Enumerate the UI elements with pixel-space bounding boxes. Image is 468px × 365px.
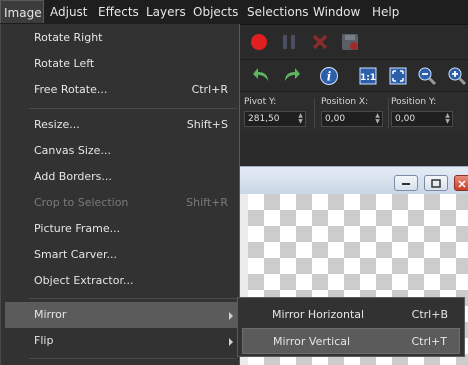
close-icon	[458, 180, 466, 188]
menu-item-label: Picture Frame...	[34, 222, 121, 235]
menu-item-rotate-left[interactable]: Rotate Left	[5, 51, 237, 77]
menu-item-shortcut: Ctrl+R	[191, 83, 228, 96]
menu-adjust-label: Adjust	[50, 5, 88, 19]
menu-window[interactable]: Window	[313, 0, 360, 24]
svg-text:1:1: 1:1	[360, 73, 376, 83]
position-x-label: Position X:	[321, 97, 369, 107]
svg-text:i: i	[327, 70, 332, 84]
separator	[388, 98, 389, 128]
redo-icon[interactable]	[281, 66, 301, 86]
record-icon[interactable]	[249, 32, 269, 52]
menu-image[interactable]: Image	[0, 0, 44, 23]
menu-help[interactable]: Help	[372, 0, 399, 24]
menu-objects[interactable]: Objects	[193, 0, 238, 24]
menu-item-label: Mirror	[34, 308, 67, 321]
maximize-icon	[431, 179, 441, 188]
pivot-y-value: 281,50	[248, 114, 280, 124]
menu-item-shortcut: Ctrl+T	[411, 335, 447, 348]
menu-layers-label: Layers	[146, 5, 186, 19]
menu-item-label: Resize...	[34, 118, 80, 131]
menu-item-label: Rotate Right	[34, 31, 103, 44]
menu-item-mirror-horizontal[interactable]: Mirror Horizontal Ctrl+B	[242, 302, 460, 328]
minimize-icon	[402, 183, 410, 185]
actual-size-icon[interactable]: 1:1	[358, 66, 378, 86]
pivot-y-label: Pivot Y:	[244, 97, 277, 107]
position-x-spinner[interactable]: ▲ ▼	[374, 113, 381, 125]
menu-item-crop-to-selection: Crop to Selection Shift+R	[5, 190, 237, 216]
undo-icon[interactable]	[252, 66, 272, 86]
menu-item-label: Mirror Horizontal	[272, 308, 365, 321]
menu-item-mirror-vertical[interactable]: Mirror Vertical Ctrl+T	[242, 328, 460, 354]
info-icon[interactable]: i	[319, 66, 339, 86]
position-y-field[interactable]: 0,00 ▲ ▼	[391, 111, 453, 127]
menu-image-label: Image	[4, 6, 42, 20]
minimize-button[interactable]	[394, 175, 418, 191]
menu-item-add-borders[interactable]: Add Borders...	[5, 164, 237, 190]
fit-icon[interactable]	[388, 66, 408, 86]
menu-item-object-extractor[interactable]: Object Extractor...	[5, 268, 237, 294]
menu-help-label: Help	[372, 5, 400, 19]
stop-icon[interactable]	[310, 32, 330, 52]
menu-item-shortcut: Shift+R	[186, 196, 228, 209]
position-x-field[interactable]: 0,00 ▲ ▼	[321, 111, 383, 127]
menu-objects-label: Objects	[193, 5, 239, 19]
close-button[interactable]	[454, 175, 468, 191]
menu-item-resize[interactable]: Resize... Shift+S	[5, 112, 237, 138]
pivot-y-spinner[interactable]: ▲ ▼	[297, 113, 304, 125]
menu-separator	[29, 358, 237, 359]
menu-item-label: Smart Carver...	[34, 248, 117, 261]
save-icon[interactable]	[340, 32, 360, 52]
menu-separator	[29, 108, 237, 109]
menu-item-label: Canvas Size...	[34, 144, 111, 157]
separator	[314, 98, 315, 128]
pivot-y-field[interactable]: 281,50 ▲ ▼	[244, 111, 306, 127]
position-y-spinner[interactable]: ▲ ▼	[444, 113, 451, 125]
menu-item-shortcut: Shift+S	[186, 118, 228, 131]
menu-item-canvas-size[interactable]: Canvas Size...	[5, 138, 237, 164]
menu-effects-label: Effects	[98, 5, 139, 19]
menu-selections[interactable]: Selections	[247, 0, 309, 24]
toolbar-top	[240, 25, 468, 59]
zoom-in-icon[interactable]	[447, 66, 467, 86]
document-titlebar	[240, 166, 468, 195]
menu-effects[interactable]: Effects	[98, 0, 139, 24]
position-y-label: Position Y:	[391, 97, 437, 107]
menu-item-label: Rotate Left	[34, 57, 95, 70]
menu-item-label: Flip	[34, 334, 54, 347]
menu-item-flip[interactable]: Flip	[5, 328, 237, 354]
menu-item-label: Object Extractor...	[34, 274, 134, 287]
menu-item-rotate-right[interactable]: Rotate Right	[5, 25, 237, 51]
menu-item-mirror[interactable]: Mirror	[5, 302, 237, 328]
menubar: Image Adjust Effects Layers Objects Sele…	[0, 0, 468, 25]
maximize-button[interactable]	[424, 175, 448, 191]
mirror-submenu: Mirror Horizontal Ctrl+B Mirror Vertical…	[237, 297, 465, 357]
menu-item-label: Crop to Selection	[34, 196, 129, 209]
position-y-value: 0,00	[395, 114, 416, 124]
menu-item-label: Free Rotate...	[34, 83, 108, 96]
menu-separator	[29, 298, 237, 299]
submenu-arrow-icon	[229, 338, 233, 346]
menu-item-shortcut: Ctrl+B	[411, 308, 448, 321]
toolbar-second: i 1:1	[240, 59, 468, 92]
menu-window-label: Window	[313, 5, 361, 19]
submenu-arrow-icon	[229, 312, 233, 320]
menu-layers[interactable]: Layers	[146, 0, 186, 24]
menu-selections-label: Selections	[247, 5, 309, 19]
properties-bar: Pivot Y: 281,50 ▲ ▼ Position X: 0,00 ▲ ▼ P…	[240, 91, 468, 135]
menu-item-free-rotate[interactable]: Free Rotate... Ctrl+R	[5, 77, 237, 103]
menu-item-label: Add Borders...	[34, 170, 112, 183]
position-x-value: 0,00	[325, 114, 346, 124]
menu-item-label: Mirror Vertical	[273, 335, 351, 348]
menu-adjust[interactable]: Adjust	[50, 0, 88, 24]
pause-icon[interactable]	[279, 32, 299, 52]
zoom-out-icon[interactable]	[417, 66, 437, 86]
image-menu: Rotate Right Rotate Left Free Rotate... …	[0, 24, 240, 365]
menu-item-picture-frame[interactable]: Picture Frame...	[5, 216, 237, 242]
menu-item-smart-carver[interactable]: Smart Carver...	[5, 242, 237, 268]
